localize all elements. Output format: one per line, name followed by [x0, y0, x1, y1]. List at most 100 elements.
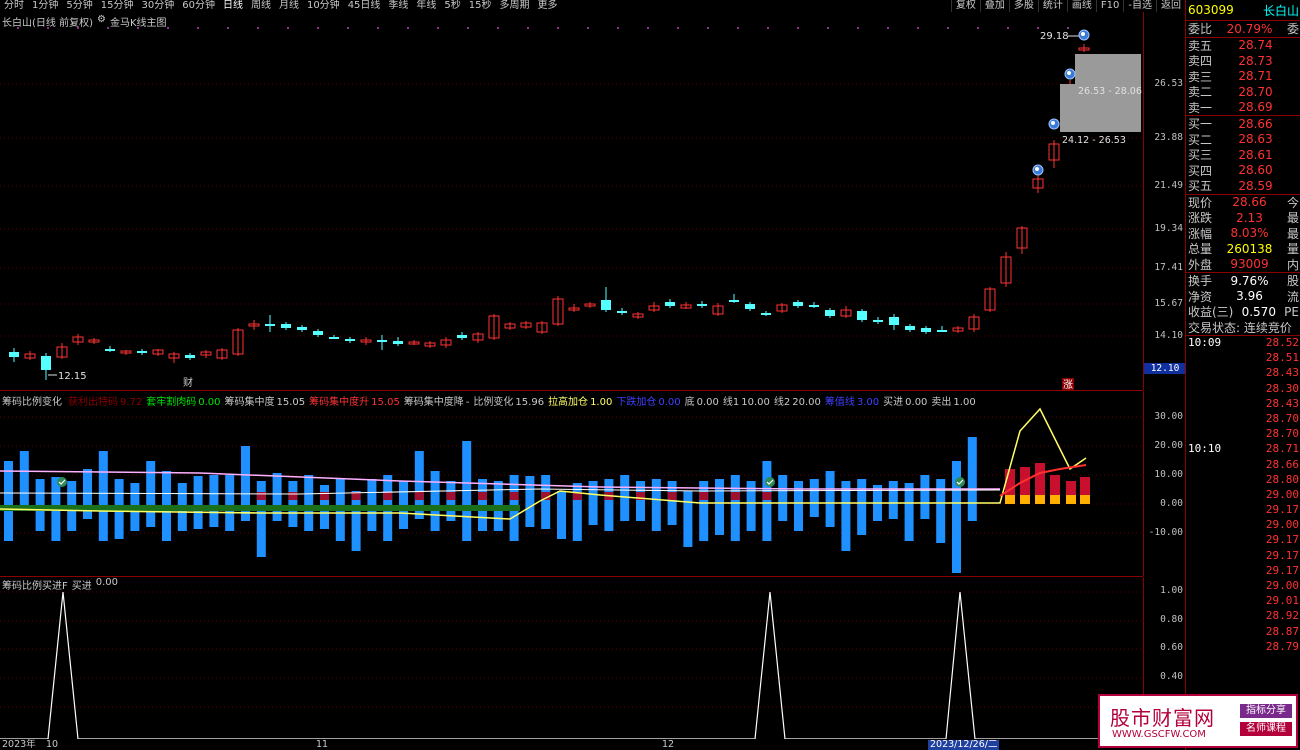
tick-row: 28.66	[1186, 458, 1300, 473]
tick-row: 29.00	[1186, 488, 1300, 503]
tick-price: 29.17	[1265, 503, 1299, 517]
stat-value: 9.76%	[1230, 273, 1269, 288]
y-tick-label: 20.00	[1154, 440, 1183, 451]
stat-row: 现价 28.66 今	[1186, 195, 1300, 211]
tab-period-10[interactable]: 45日线	[344, 0, 385, 12]
date-year: 2023年	[2, 739, 36, 750]
tick-time: 10:10	[1188, 442, 1222, 456]
tab-period-4[interactable]: 30分钟	[137, 0, 178, 12]
y-tick-label: 15.67	[1154, 298, 1183, 309]
tick-row: 10:10 28.71	[1186, 442, 1300, 457]
quote-stats: 现价 28.66 今涨跌 2.13 最涨幅 8.03% 最总量 260138 量外盘 93009 内	[1186, 195, 1300, 273]
indicator1-canvas[interactable]	[0, 391, 1143, 576]
tick-row: 28.43	[1186, 366, 1300, 381]
stat-value: 3.96	[1236, 289, 1263, 304]
watermark-tag2: 名师课程	[1240, 722, 1292, 736]
tick-row: 28.51	[1186, 351, 1300, 366]
date-oct: 10	[46, 739, 59, 750]
tick-price: 28.87	[1265, 624, 1299, 638]
tab-period-1[interactable]: 1分钟	[28, 0, 62, 12]
y-tick-label: 0.60	[1160, 642, 1183, 653]
weibi-label: 委比	[1188, 22, 1213, 37]
order-price: 28.73	[1238, 53, 1273, 68]
order-price: 28.63	[1238, 132, 1273, 147]
tab-period-6[interactable]: 日线	[219, 0, 247, 12]
stat-label: 现价	[1188, 195, 1213, 210]
order-price: 28.66	[1238, 116, 1273, 131]
order-price: 28.61	[1238, 147, 1273, 162]
toolbar-button-3[interactable]: 统计	[1037, 0, 1067, 12]
stock-code: 603099	[1188, 3, 1234, 17]
watermark-title: 股市财富网	[1110, 706, 1215, 730]
stat-extra: 量	[1286, 242, 1299, 257]
tick-row: 28.80	[1186, 473, 1300, 488]
tick-list[interactable]: 10:09 28.52 28.51 28.43 28.30 28.43 28.70 28.70…	[1186, 336, 1300, 655]
tab-period-15[interactable]: 多周期	[496, 0, 534, 12]
indicator2-canvas[interactable]	[0, 577, 1143, 739]
tab-period-5[interactable]: 60分钟	[178, 0, 219, 12]
box-label-1: 26.53 - 28.06	[1078, 86, 1142, 97]
tab-period-3[interactable]: 15分钟	[97, 0, 138, 12]
tab-period-2[interactable]: 5分钟	[62, 0, 96, 12]
y-tick-label: 19.34	[1154, 223, 1183, 234]
toolbar-button-2[interactable]: 多股	[1008, 0, 1038, 12]
order-row: 买三 28.61	[1186, 147, 1300, 163]
cai-marker[interactable]: 财	[183, 376, 193, 389]
tab-period-11[interactable]: 季线	[384, 0, 412, 12]
tick-price: 28.70	[1265, 411, 1299, 425]
toolbar-button-7[interactable]: 返回	[1156, 0, 1185, 12]
toolbar-button-6[interactable]: -自选	[1123, 0, 1156, 12]
stat-extra: 最	[1286, 211, 1299, 226]
stat-extra: 今	[1286, 195, 1299, 210]
tab-period-7[interactable]: 周线	[247, 0, 275, 12]
tab-period-16[interactable]: 更多	[534, 0, 562, 12]
tab-period-13[interactable]: 5秒	[440, 0, 464, 12]
y-tick-label: 26.53	[1154, 78, 1183, 89]
toolbar-button-4[interactable]: 画线	[1066, 0, 1096, 12]
order-label: 卖二	[1188, 85, 1213, 100]
tab-period-8[interactable]: 月线	[275, 0, 303, 12]
stat-row: 净资 3.96 流	[1186, 289, 1300, 305]
order-row: 卖五 28.74	[1186, 38, 1300, 54]
y-tick-label: 14.10	[1154, 330, 1183, 341]
toolbar-button-5[interactable]: F10	[1095, 0, 1123, 12]
trade-status-text: 交易状态: 连续竞价	[1188, 320, 1292, 335]
indicator1-pane[interactable]: 筹码比例变化 获利出特码 9.72 套牢割肉码 0.00 筹码集中度 15.05 筹码集中度升…	[0, 391, 1143, 577]
toolbar-button-0[interactable]: 复权	[950, 0, 980, 12]
stat-extra: 内	[1286, 257, 1299, 272]
tick-row: 29.17	[1186, 503, 1300, 518]
tab-period-0[interactable]: 分时	[0, 0, 28, 12]
indicator2-pane[interactable]: 筹码比例买进F 买进 0.00	[0, 577, 1143, 739]
order-row: 卖二 28.70	[1186, 84, 1300, 100]
tick-price: 29.00	[1265, 579, 1299, 592]
order-price: 28.70	[1238, 84, 1273, 99]
y-tick-label: 10.00	[1154, 469, 1183, 480]
y-tick-label: 0.40	[1160, 671, 1183, 682]
tab-period-9[interactable]: 10分钟	[303, 0, 344, 12]
order-price: 28.71	[1238, 69, 1273, 84]
trade-status: 交易状态: 连续竞价	[1186, 320, 1300, 336]
y-tick-label: 21.49	[1154, 180, 1183, 191]
stat-value: 260138	[1226, 241, 1273, 256]
stat-extra: PE	[1284, 304, 1299, 319]
order-label: 买五	[1188, 179, 1213, 194]
tab-period-14[interactable]: 15秒	[465, 0, 496, 12]
y-tick-label: 0.80	[1160, 614, 1183, 625]
kline-pane[interactable]: 长白山(日线 前复权) ⚙ 金马K线主图 26.53 - 28.06 24.12 …	[0, 12, 1143, 391]
y-tick-label: 1.00	[1160, 585, 1183, 596]
kline-canvas[interactable]: 26.53 - 28.06 24.12 - 26.53 29.18 12.15 财 涨	[0, 12, 1143, 390]
toolbar-button-1[interactable]: 叠加	[979, 0, 1009, 12]
tick-price: 28.92	[1265, 609, 1299, 623]
order-price: 28.59	[1238, 178, 1273, 193]
stat-extra: 股	[1286, 274, 1299, 289]
stat-row: 收益(三) 0.570 PE	[1186, 304, 1300, 320]
tab-period-12[interactable]: 年线	[412, 0, 440, 12]
zhang-marker[interactable]: 涨	[1063, 379, 1073, 390]
stat-label: 收益(三)	[1188, 305, 1234, 320]
tick-price: 29.00	[1265, 487, 1299, 501]
tick-time: 10:09	[1188, 336, 1222, 349]
order-label: 卖一	[1188, 100, 1213, 115]
order-row: 买四 28.60	[1186, 163, 1300, 179]
stat-value: 8.03%	[1230, 226, 1269, 241]
tick-price: 28.79	[1265, 639, 1299, 653]
